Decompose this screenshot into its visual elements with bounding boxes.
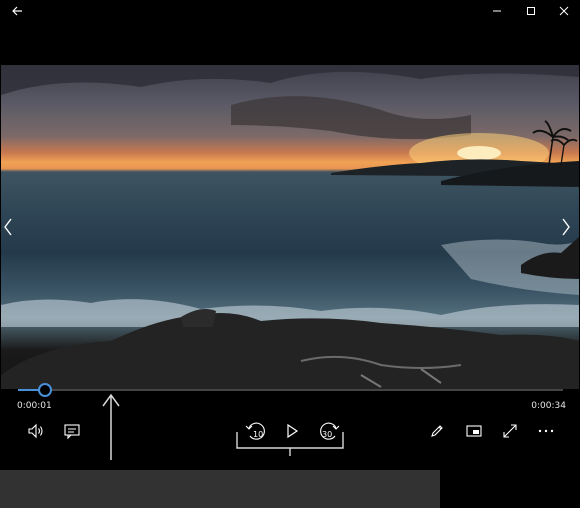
next-item-button[interactable]	[561, 218, 579, 242]
skip-forward-icon: 30	[320, 422, 340, 440]
mini-view-icon	[466, 425, 482, 437]
play-button[interactable]	[279, 420, 305, 442]
close-icon	[559, 6, 569, 16]
title-bar	[0, 0, 580, 24]
fullscreen-button[interactable]	[497, 420, 523, 442]
seek-bar[interactable]	[18, 383, 563, 397]
subtitles-icon	[64, 424, 80, 439]
play-icon	[287, 423, 299, 439]
fullscreen-icon	[503, 424, 517, 438]
annotation-arrow	[102, 393, 120, 460]
more-icon	[538, 429, 554, 433]
minimize-button[interactable]	[482, 0, 512, 22]
volume-button[interactable]	[23, 420, 49, 442]
skip-back-button[interactable]: 10	[243, 420, 269, 442]
minimize-icon	[493, 10, 501, 12]
bottom-strip-dark	[440, 470, 580, 508]
subtitles-button[interactable]	[59, 420, 85, 442]
close-button[interactable]	[549, 0, 579, 22]
sunset-ocean-scene	[1, 65, 579, 389]
total-time: 0:00:34	[531, 401, 566, 411]
maximize-button[interactable]	[516, 0, 546, 22]
skip-forward-seconds: 30	[322, 430, 332, 439]
skip-back-icon: 10	[245, 422, 265, 440]
skip-forward-button[interactable]: 30	[316, 420, 342, 442]
current-time: 0:00:01	[17, 401, 52, 411]
skip-back-seconds: 10	[253, 430, 263, 439]
mini-view-button[interactable]	[461, 420, 487, 442]
maximize-icon	[527, 7, 535, 15]
previous-item-button[interactable]	[3, 218, 21, 242]
edit-pencil-icon	[431, 425, 443, 437]
back-button[interactable]	[2, 0, 32, 22]
edit-button[interactable]	[424, 420, 450, 442]
back-arrow-icon	[12, 6, 22, 16]
volume-icon	[28, 423, 43, 439]
seek-bar-thumb[interactable]	[38, 383, 53, 397]
chevron-right-icon	[562, 218, 570, 236]
bottom-strip	[0, 470, 580, 508]
video-frame[interactable]	[1, 65, 579, 389]
more-options-button[interactable]	[533, 420, 559, 442]
chevron-left-icon	[4, 218, 12, 236]
